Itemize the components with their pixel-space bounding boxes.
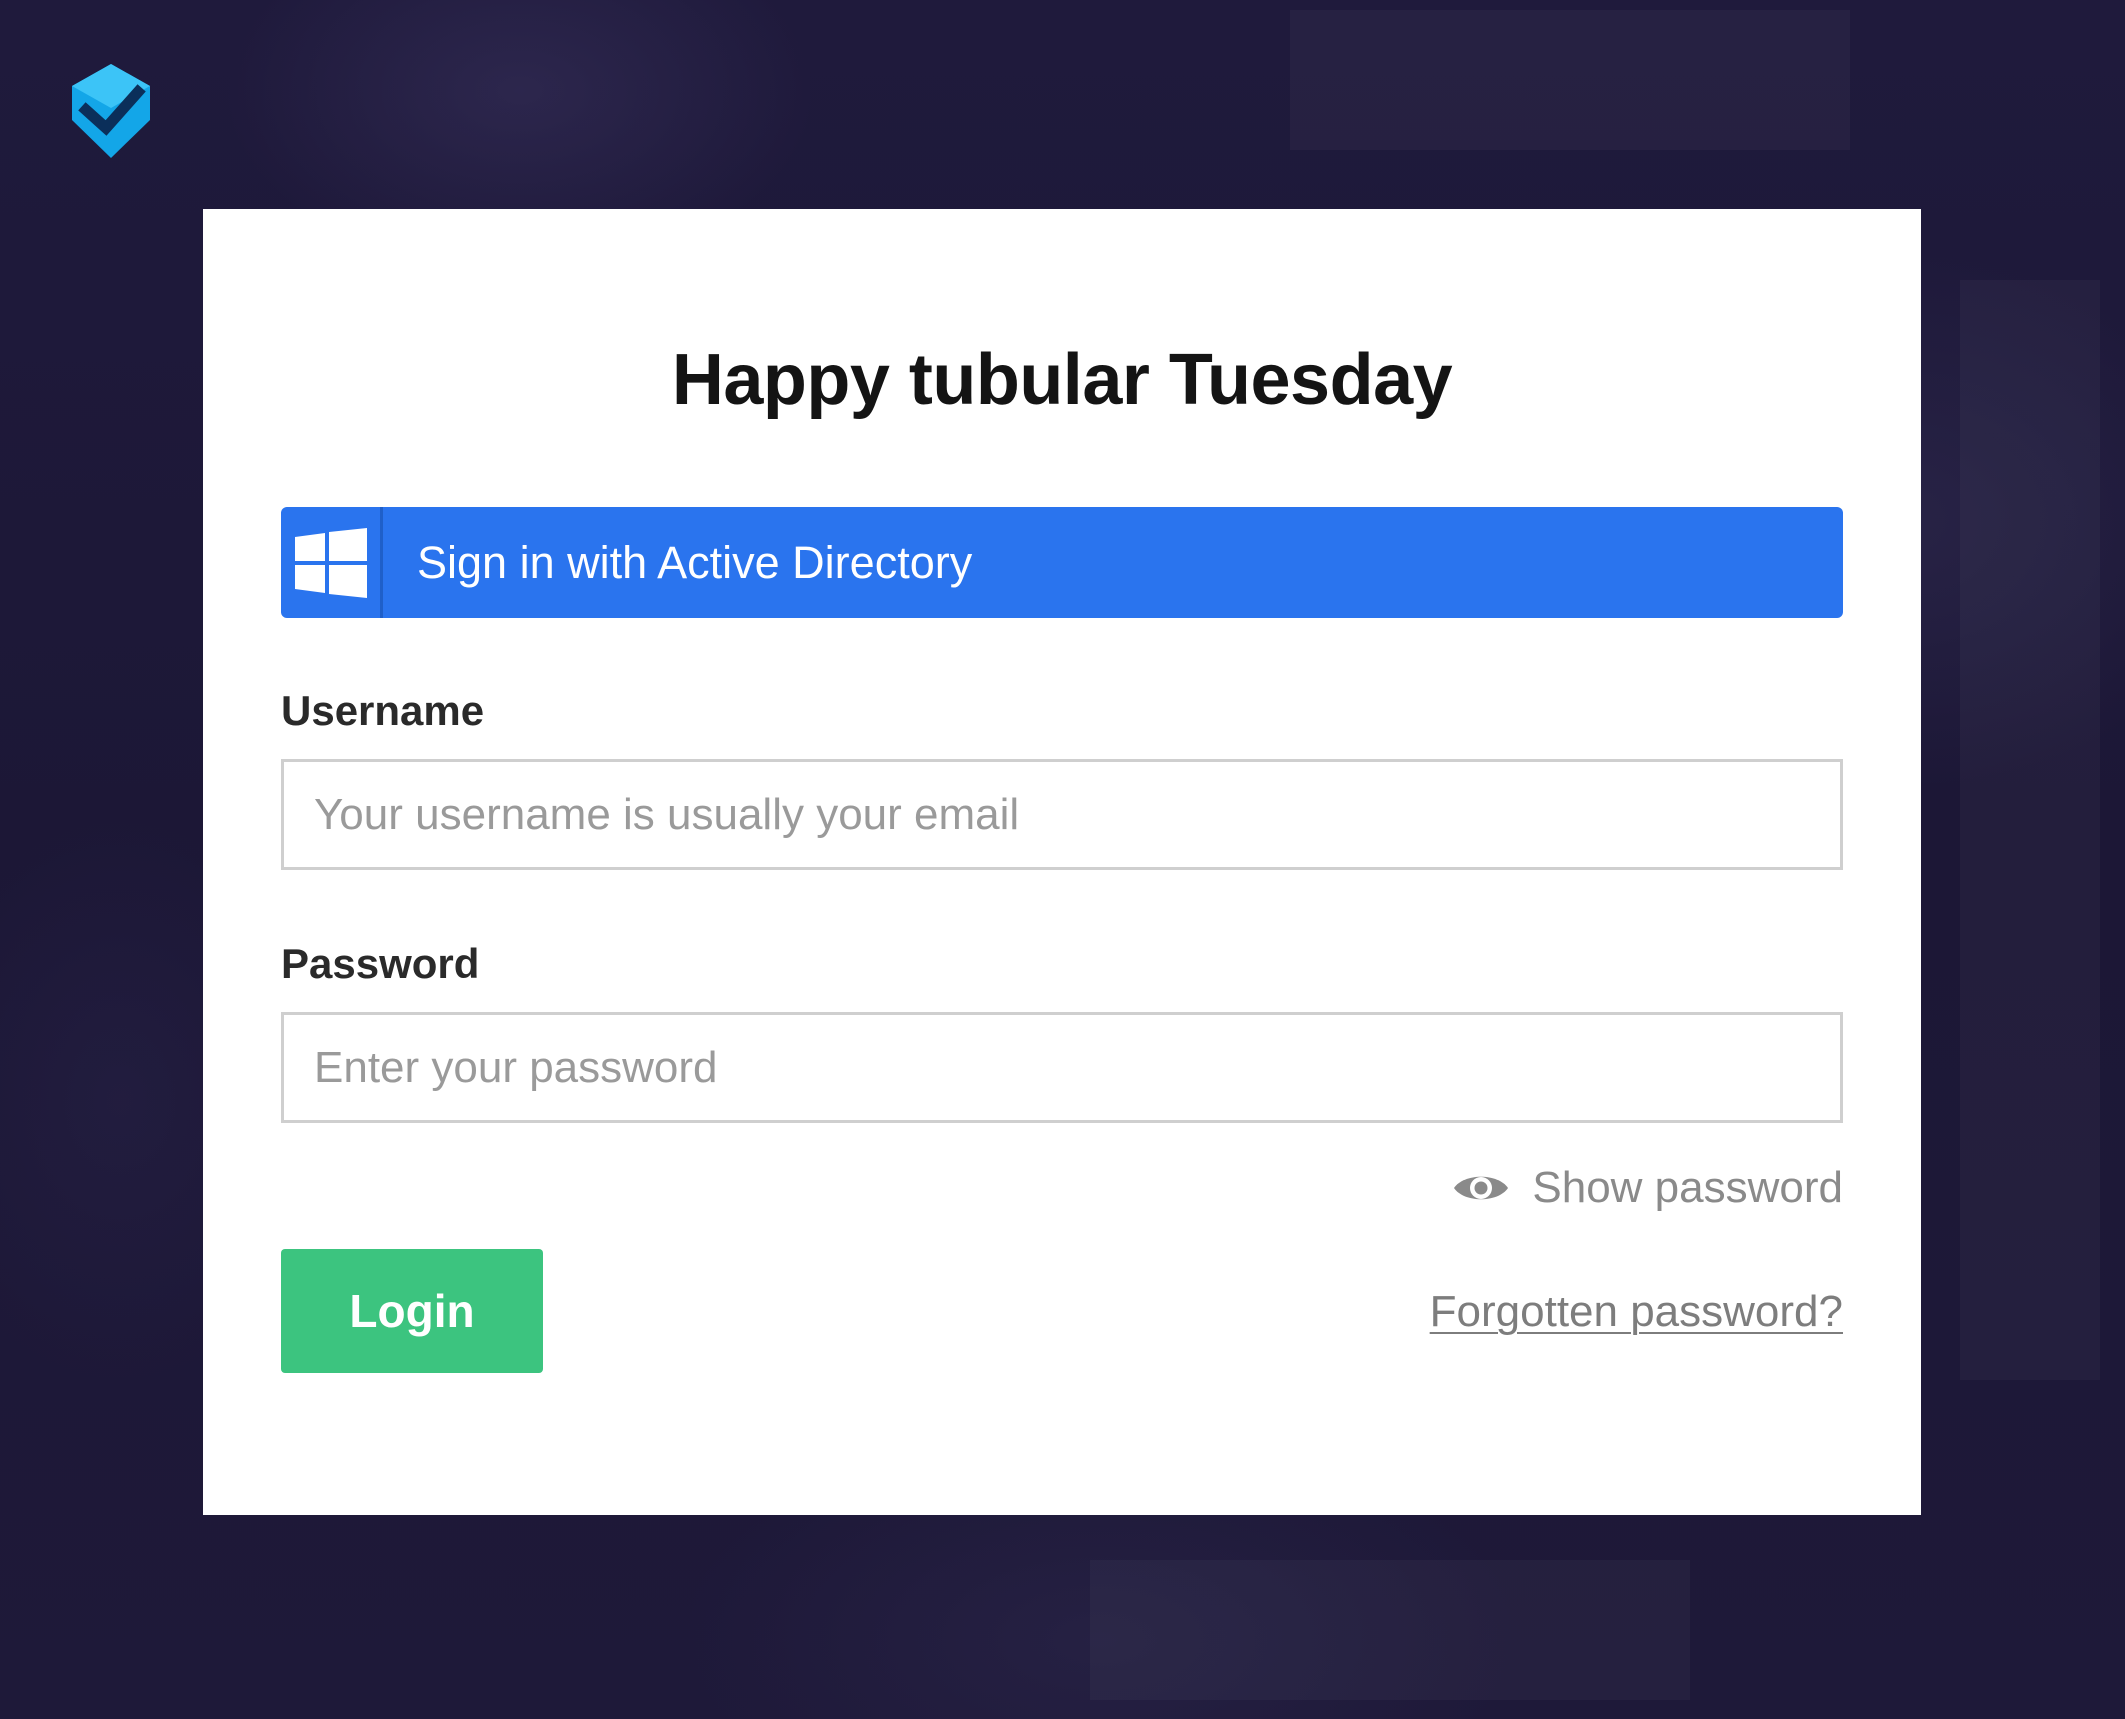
username-label: Username — [281, 687, 485, 734]
password-label: Password — [281, 940, 480, 987]
shield-check-icon — [72, 64, 150, 158]
background-shape — [1090, 1560, 1690, 1700]
login-button[interactable]: Login — [281, 1249, 543, 1373]
password-input[interactable] — [281, 1012, 1843, 1123]
page-title: Happy tubular Tuesday — [671, 340, 1453, 420]
background-shape — [1290, 10, 1850, 150]
sign-in-active-directory-button[interactable]: Sign in with Active Directory — [281, 507, 1843, 618]
eye-icon — [1454, 1176, 1509, 1200]
show-password-label: Show password — [1532, 1163, 1843, 1212]
forgot-password-link[interactable]: Forgotten password? — [1430, 1287, 1843, 1337]
username-input[interactable] — [281, 759, 1843, 870]
background-shape — [1960, 280, 2100, 1380]
windows-icon-container — [281, 507, 383, 618]
login-card: Happy tubular Tuesday Sign in with Activ… — [203, 209, 1921, 1515]
windows-icon — [294, 527, 367, 598]
brand-logo[interactable] — [70, 62, 152, 160]
sign-in-active-directory-label: Sign in with Active Directory — [417, 536, 973, 588]
show-password-toggle[interactable]: Show password — [1452, 1163, 1843, 1213]
